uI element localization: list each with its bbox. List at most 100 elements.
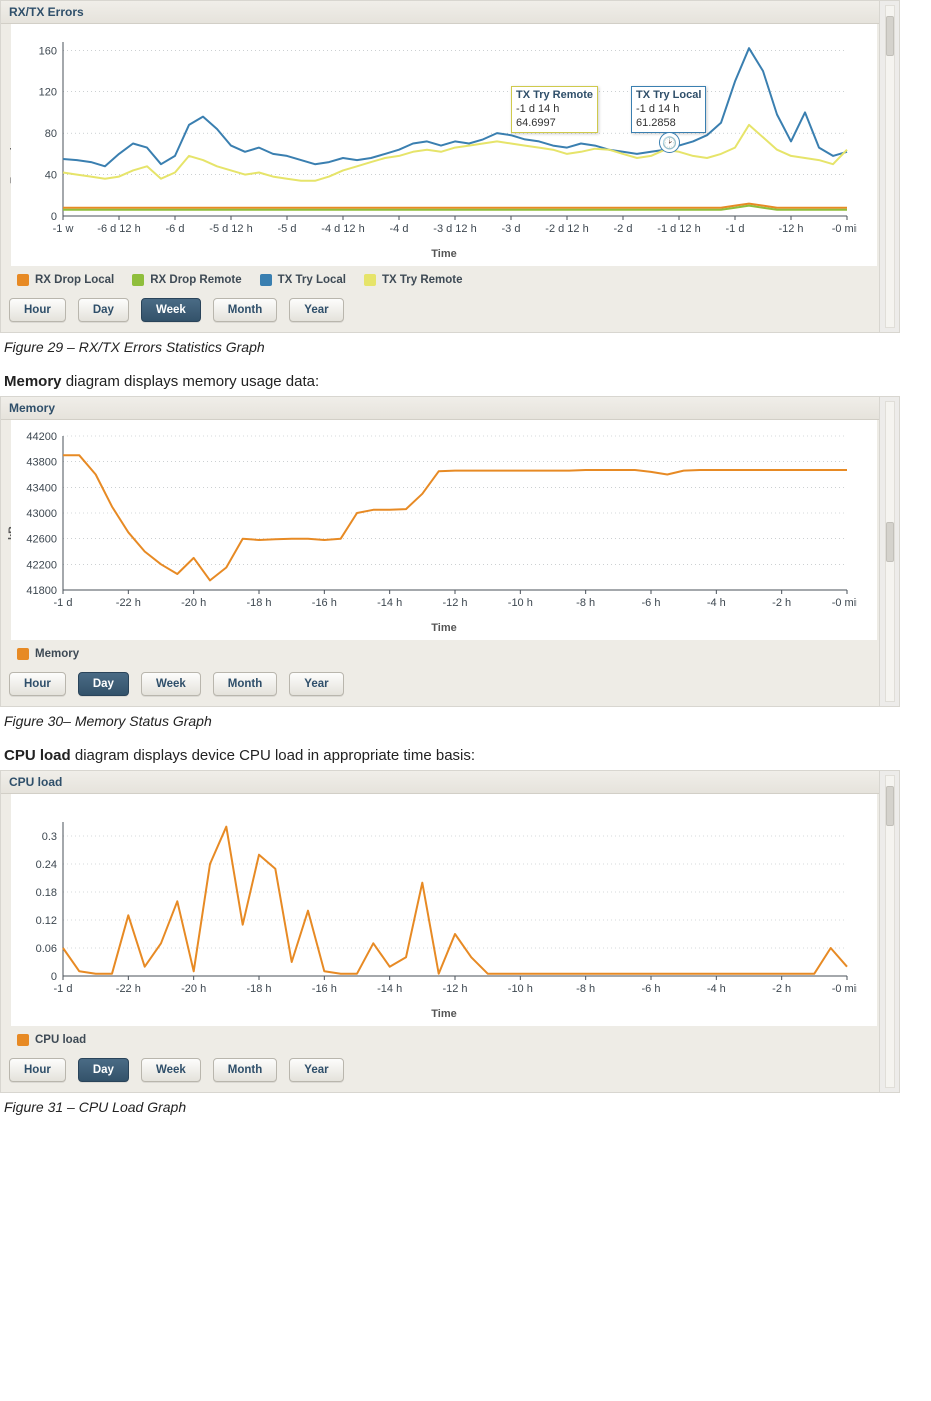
svg-text:-1 d: -1 d [54, 983, 73, 995]
hour-button[interactable]: Hour [9, 1058, 66, 1082]
tooltip-line: -1 d 14 h [516, 103, 593, 117]
svg-text:-22 h: -22 h [116, 983, 141, 995]
panel-title: Memory [1, 397, 899, 420]
swatch-icon [132, 274, 144, 286]
tooltip-line: 64.6997 [516, 117, 593, 131]
svg-text:0.24: 0.24 [36, 859, 57, 871]
legend-item: RX Drop Local [17, 274, 114, 286]
svg-text:0.18: 0.18 [36, 887, 57, 899]
time-range-buttons: Hour Day Week Month Year [1, 292, 899, 332]
svg-text:0: 0 [51, 211, 57, 223]
svg-text:-3 d: -3 d [502, 223, 521, 235]
year-button[interactable]: Year [289, 298, 343, 322]
tooltip-title: TX Try Local [636, 89, 701, 103]
time-range-buttons: Hour Day Week Month Year [1, 666, 899, 706]
svg-text:42200: 42200 [26, 559, 57, 571]
figure-caption: Figure 29 – RX/TX Errors Statistics Grap… [4, 339, 931, 355]
legend-label: RX Drop Remote [150, 274, 241, 286]
panel-title: CPU load [1, 771, 899, 794]
legend: RX Drop Local RX Drop Remote TX Try Loca… [1, 266, 899, 292]
svg-text:-16 h: -16 h [312, 597, 337, 609]
svg-text:-10 h: -10 h [508, 983, 533, 995]
panel-cpu: CPU load 00.060.120.180.240.3-1 d-22 h-2… [0, 770, 900, 1093]
chart-svg: 00.060.120.180.240.3-1 d-22 h-20 h-18 h-… [11, 814, 857, 1004]
svg-text:-4 d: -4 d [390, 223, 409, 235]
hour-button[interactable]: Hour [9, 298, 66, 322]
panel-memory: Memory kB 418004220042600430004340043800… [0, 396, 900, 707]
svg-text:-20 h: -20 h [181, 983, 206, 995]
month-button[interactable]: Month [213, 1058, 277, 1082]
month-button[interactable]: Month [213, 298, 277, 322]
svg-text:-2 h: -2 h [772, 597, 791, 609]
chart-rxtx: 04080120160-1 w-6 d 12 h-6 d-5 d 12 h-5 … [11, 24, 877, 244]
svg-text:-5 d: -5 d [278, 223, 297, 235]
intro-text: diagram displays device CPU load in appr… [71, 747, 475, 764]
chart-svg: 41800422004260043000434004380044200-1 d-… [11, 428, 857, 618]
legend-item: RX Drop Remote [132, 274, 241, 286]
intro-text: diagram displays memory usage data: [62, 373, 320, 390]
day-button[interactable]: Day [78, 672, 129, 696]
svg-text:-6 h: -6 h [642, 597, 661, 609]
legend-item: TX Try Remote [364, 274, 463, 286]
svg-text:43400: 43400 [26, 482, 57, 494]
intro-cpu: CPU load diagram displays device CPU loa… [4, 747, 931, 764]
legend: Memory [1, 640, 899, 666]
swatch-icon [17, 648, 29, 660]
svg-text:-1 d: -1 d [726, 223, 745, 235]
legend-label: TX Try Remote [382, 274, 463, 286]
svg-text:-3 d 12 h: -3 d 12 h [433, 223, 476, 235]
chart-svg: 04080120160-1 w-6 d 12 h-6 d-5 d 12 h-5 … [11, 34, 857, 244]
week-button[interactable]: Week [141, 1058, 201, 1082]
svg-text:43800: 43800 [26, 457, 57, 469]
svg-text:0: 0 [51, 971, 57, 983]
year-button[interactable]: Year [289, 1058, 343, 1082]
svg-text:-0 min: -0 min [832, 597, 857, 609]
svg-text:-6 d 12 h: -6 d 12 h [97, 223, 140, 235]
svg-text:160: 160 [39, 45, 57, 57]
svg-text:-0 min: -0 min [832, 223, 857, 235]
svg-text:-0 min: -0 min [832, 983, 857, 995]
clock-icon: 🕑 [659, 132, 680, 153]
time-range-buttons: Hour Day Week Month Year [1, 1052, 899, 1092]
year-button[interactable]: Year [289, 672, 343, 696]
svg-text:-14 h: -14 h [377, 983, 402, 995]
panel-title: RX/TX Errors [1, 1, 899, 24]
svg-text:-4 h: -4 h [707, 597, 726, 609]
intro-memory: Memory diagram displays memory usage dat… [4, 373, 931, 390]
svg-text:-12 h: -12 h [442, 597, 467, 609]
x-axis-label: Time [11, 1004, 877, 1026]
legend-label: TX Try Local [278, 274, 346, 286]
tooltip-line: -1 d 14 h [636, 103, 701, 117]
x-axis-label: Time [11, 618, 877, 640]
day-button[interactable]: Day [78, 298, 129, 322]
hour-button[interactable]: Hour [9, 672, 66, 696]
svg-text:-10 h: -10 h [508, 597, 533, 609]
tooltip-line: 61.2858 [636, 117, 701, 131]
svg-text:-18 h: -18 h [246, 597, 271, 609]
svg-text:-20 h: -20 h [181, 597, 206, 609]
svg-text:42600: 42600 [26, 534, 57, 546]
day-button[interactable]: Day [78, 1058, 129, 1082]
legend-item: CPU load [17, 1034, 86, 1046]
figure-caption: Figure 30– Memory Status Graph [4, 713, 931, 729]
svg-text:-8 h: -8 h [576, 597, 595, 609]
intro-bold: CPU load [4, 747, 71, 764]
svg-text:-6 d: -6 d [166, 223, 185, 235]
svg-text:-4 h: -4 h [707, 983, 726, 995]
svg-text:-12 h: -12 h [778, 223, 803, 235]
svg-text:-1 w: -1 w [53, 223, 74, 235]
week-button[interactable]: Week [141, 672, 201, 696]
svg-text:-1 d: -1 d [54, 597, 73, 609]
svg-text:80: 80 [45, 128, 57, 140]
swatch-icon [17, 274, 29, 286]
svg-text:-2 h: -2 h [772, 983, 791, 995]
week-button[interactable]: Week [141, 298, 201, 322]
swatch-icon [260, 274, 272, 286]
month-button[interactable]: Month [213, 672, 277, 696]
tooltip-title: TX Try Remote [516, 89, 593, 103]
svg-text:-6 h: -6 h [642, 983, 661, 995]
tooltip-tx-try-local: TX Try Local -1 d 14 h 61.2858 [631, 86, 706, 133]
svg-text:-1 d 12 h: -1 d 12 h [657, 223, 700, 235]
chart-memory: 41800422004260043000434004380044200-1 d-… [11, 420, 877, 618]
svg-text:43000: 43000 [26, 508, 57, 520]
